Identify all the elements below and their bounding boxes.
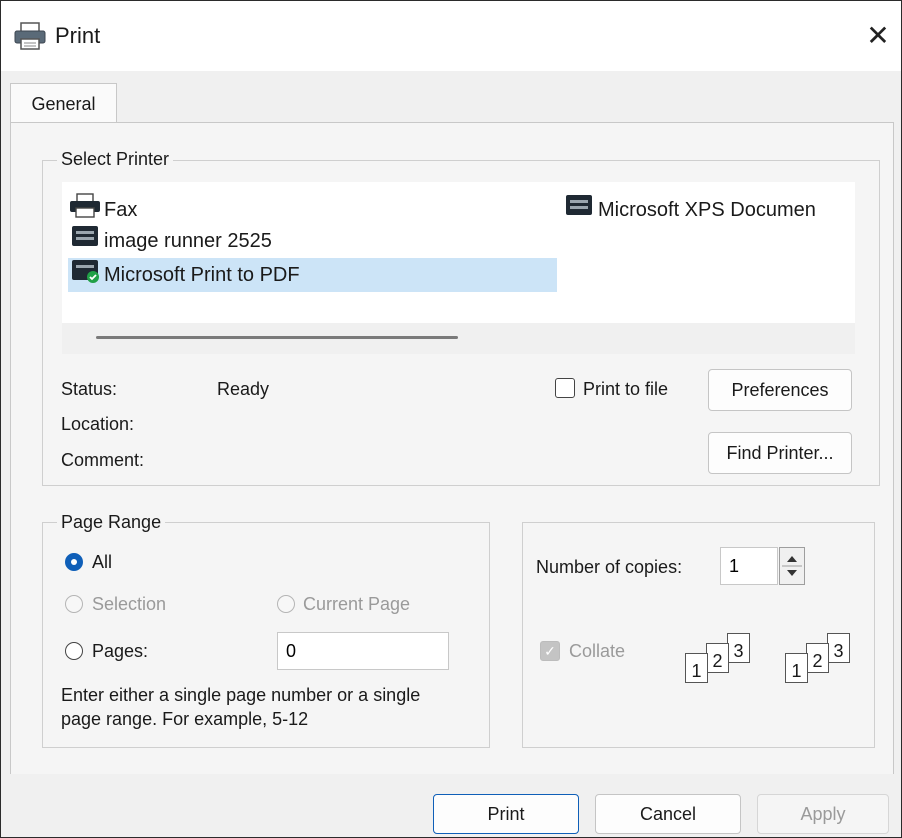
radio-current-page-label[interactable]: Current Page (303, 594, 410, 615)
print-dialog: Print ✕ General Select Printer Fax image… (0, 0, 902, 838)
printer-icon (13, 21, 47, 56)
radio-all[interactable] (65, 553, 83, 571)
fax-printer-icon (68, 192, 104, 228)
radio-selection-label[interactable]: Selection (92, 594, 166, 615)
radio-current-page[interactable] (277, 595, 295, 613)
cancel-button[interactable]: Cancel (595, 794, 741, 834)
copies-input[interactable] (720, 547, 778, 585)
title-bar: Print ✕ (1, 1, 901, 71)
radio-selection[interactable] (65, 595, 83, 613)
default-printer-icon (68, 258, 104, 293)
printer-icon (562, 195, 598, 225)
page-range-hint-line2: page range. For example, 5-12 (61, 709, 309, 729)
horizontal-scrollbar[interactable] (62, 323, 855, 354)
find-printer-button[interactable]: Find Printer... (708, 432, 852, 474)
collate-page-1: 1 (685, 653, 708, 683)
close-button[interactable]: ✕ (861, 19, 895, 53)
printer-name: Microsoft XPS Documen (598, 199, 816, 221)
printer-icon (68, 224, 104, 259)
spinner-arrows-icon (782, 556, 802, 576)
location-label: Location: (61, 414, 135, 434)
copies-spinner[interactable] (779, 547, 805, 585)
scrollbar-thumb[interactable] (96, 336, 458, 339)
select-printer-legend: Select Printer (57, 149, 174, 170)
collate-page-1: 1 (785, 653, 808, 683)
radio-pages[interactable] (65, 642, 83, 660)
number-of-copies-label: Number of copies: (536, 557, 683, 577)
dialog-footer: Print Cancel Apply (1, 774, 901, 837)
radio-pages-label[interactable]: Pages: (92, 641, 148, 662)
print-to-file-checkbox[interactable] (555, 378, 575, 398)
status-label: Status: (61, 379, 118, 399)
page-range-legend: Page Range (57, 512, 166, 533)
status-value: Ready (217, 379, 270, 399)
preferences-button[interactable]: Preferences (708, 369, 852, 411)
dialog-title: Print (55, 23, 101, 48)
collate-page-3: 3 (727, 633, 750, 663)
printer-item-microsoft-print-to-pdf[interactable]: Microsoft Print to PDF (68, 258, 557, 292)
radio-all-label[interactable]: All (92, 552, 112, 573)
pages-input[interactable] (277, 632, 449, 670)
print-button[interactable]: Print (433, 794, 579, 834)
apply-button[interactable]: Apply (757, 794, 889, 834)
comment-label: Comment: (61, 450, 145, 470)
collate-label[interactable]: Collate (569, 641, 625, 662)
copies-group (522, 522, 875, 748)
collate-checkbox[interactable]: ✓ (540, 641, 560, 661)
collate-page-2: 2 (706, 643, 729, 673)
printer-item-image-runner[interactable]: image runner 2525 (68, 224, 368, 259)
printer-name: Microsoft Print to PDF (104, 264, 300, 286)
collate-page-2: 2 (806, 643, 829, 673)
print-to-file-label[interactable]: Print to file (583, 379, 668, 400)
printer-item-fax[interactable]: Fax (68, 192, 268, 228)
close-icon: ✕ (866, 20, 890, 51)
collate-page-3: 3 (827, 633, 850, 663)
printer-item-microsoft-xps-document[interactable]: Microsoft XPS Documen (562, 195, 852, 225)
page-range-hint-line1: Enter either a single page number or a s… (61, 685, 421, 705)
printer-name: Fax (104, 199, 138, 221)
printer-name: image runner 2525 (104, 230, 272, 252)
tab-general[interactable]: General (10, 83, 117, 124)
